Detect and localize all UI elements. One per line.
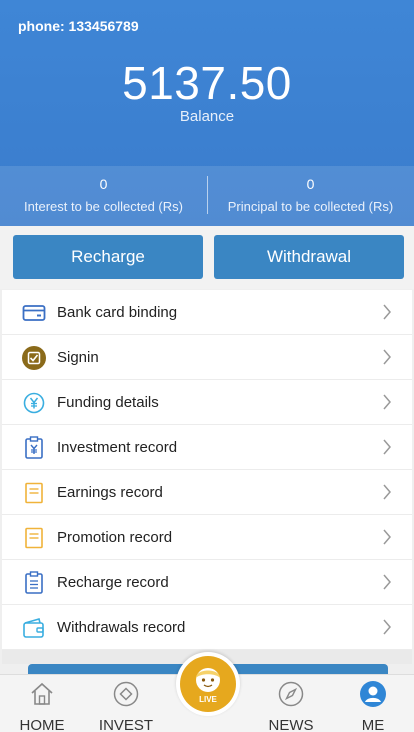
account-header: phone: 133456789 5137.50 Balance 0 Inter… (0, 0, 414, 226)
clipboard-yen-icon (22, 436, 46, 460)
menu-item-withdrawals-record[interactable]: Withdrawals record (2, 605, 412, 650)
chevron-right-icon (383, 574, 391, 590)
collection-stats: 0 Interest to be collected (Rs) 0 Princi… (0, 166, 414, 226)
interest-label: Interest to be collected (Rs) (24, 199, 183, 214)
chevron-right-icon (383, 619, 391, 635)
principal-value: 0 (306, 176, 315, 192)
tab-home[interactable]: HOME (0, 675, 84, 732)
menu-item-bank-card-binding[interactable]: Bank card binding (2, 290, 412, 335)
compass-icon (278, 681, 304, 707)
user-avatar-icon (360, 681, 386, 707)
live-button[interactable]: LIVE (176, 652, 240, 716)
document-icon (22, 481, 46, 505)
menu-item-promotion-record[interactable]: Promotion record (2, 515, 412, 560)
phone-number: 133456789 (68, 18, 139, 34)
tab-news[interactable]: NEWS (249, 675, 333, 732)
account-menu: Bank card binding Signin Funding details… (2, 290, 412, 650)
menu-item-label: Funding details (57, 393, 159, 411)
chevron-right-icon (383, 484, 391, 500)
menu-item-label: Earnings record (57, 483, 163, 501)
tab-invest-label: INVEST (98, 717, 154, 732)
phone-info: phone: 133456789 (18, 18, 139, 34)
invest-diamond-icon (113, 681, 139, 707)
menu-item-recharge-record[interactable]: Recharge record (2, 560, 412, 605)
chevron-right-icon (383, 394, 391, 410)
interest-value: 0 (99, 176, 108, 192)
chevron-right-icon (383, 529, 391, 545)
menu-item-label: Withdrawals record (57, 618, 186, 636)
tab-news-label: NEWS (268, 717, 314, 732)
menu-item-earnings-record[interactable]: Earnings record (2, 470, 412, 515)
menu-item-signin[interactable]: Signin (2, 335, 412, 380)
signin-check-icon (22, 346, 46, 370)
live-avatar-icon: LIVE (196, 668, 220, 704)
chevron-right-icon (383, 349, 391, 365)
bank-card-icon (22, 301, 46, 325)
interest-stat: 0 Interest to be collected (Rs) (0, 176, 207, 214)
menu-item-funding-details[interactable]: Funding details (2, 380, 412, 425)
action-buttons: Recharge Withdrawal (0, 226, 414, 289)
balance-label: Balance (179, 108, 235, 125)
clipboard-list-icon (22, 571, 46, 595)
balance-value: 5137.50 (122, 57, 292, 109)
wallet-icon (22, 616, 46, 640)
tab-home-label: HOME (19, 717, 65, 732)
tab-invest[interactable]: INVEST (84, 675, 168, 732)
live-circle: LIVE (180, 656, 236, 712)
tab-me-label: ME (361, 717, 385, 732)
menu-item-label: Signin (57, 348, 99, 366)
document-icon (22, 526, 46, 550)
principal-stat: 0 Principal to be collected (Rs) (207, 176, 414, 214)
menu-item-label: Investment record (57, 438, 178, 456)
chevron-right-icon (383, 439, 391, 455)
principal-label: Principal to be collected (Rs) (227, 199, 394, 214)
recharge-button[interactable]: Recharge (13, 235, 203, 279)
yen-circle-icon (22, 391, 46, 415)
tab-me[interactable]: ME (331, 675, 414, 732)
withdrawal-button[interactable]: Withdrawal (214, 235, 404, 279)
menu-item-label: Promotion record (57, 528, 173, 546)
phone-label: phone: (18, 18, 65, 34)
menu-item-investment-record[interactable]: Investment record (2, 425, 412, 470)
home-icon (31, 682, 53, 705)
menu-item-label: Bank card binding (57, 303, 178, 321)
chevron-right-icon (383, 304, 391, 320)
live-label: LIVE (199, 695, 217, 704)
menu-item-label: Recharge record (57, 573, 169, 591)
